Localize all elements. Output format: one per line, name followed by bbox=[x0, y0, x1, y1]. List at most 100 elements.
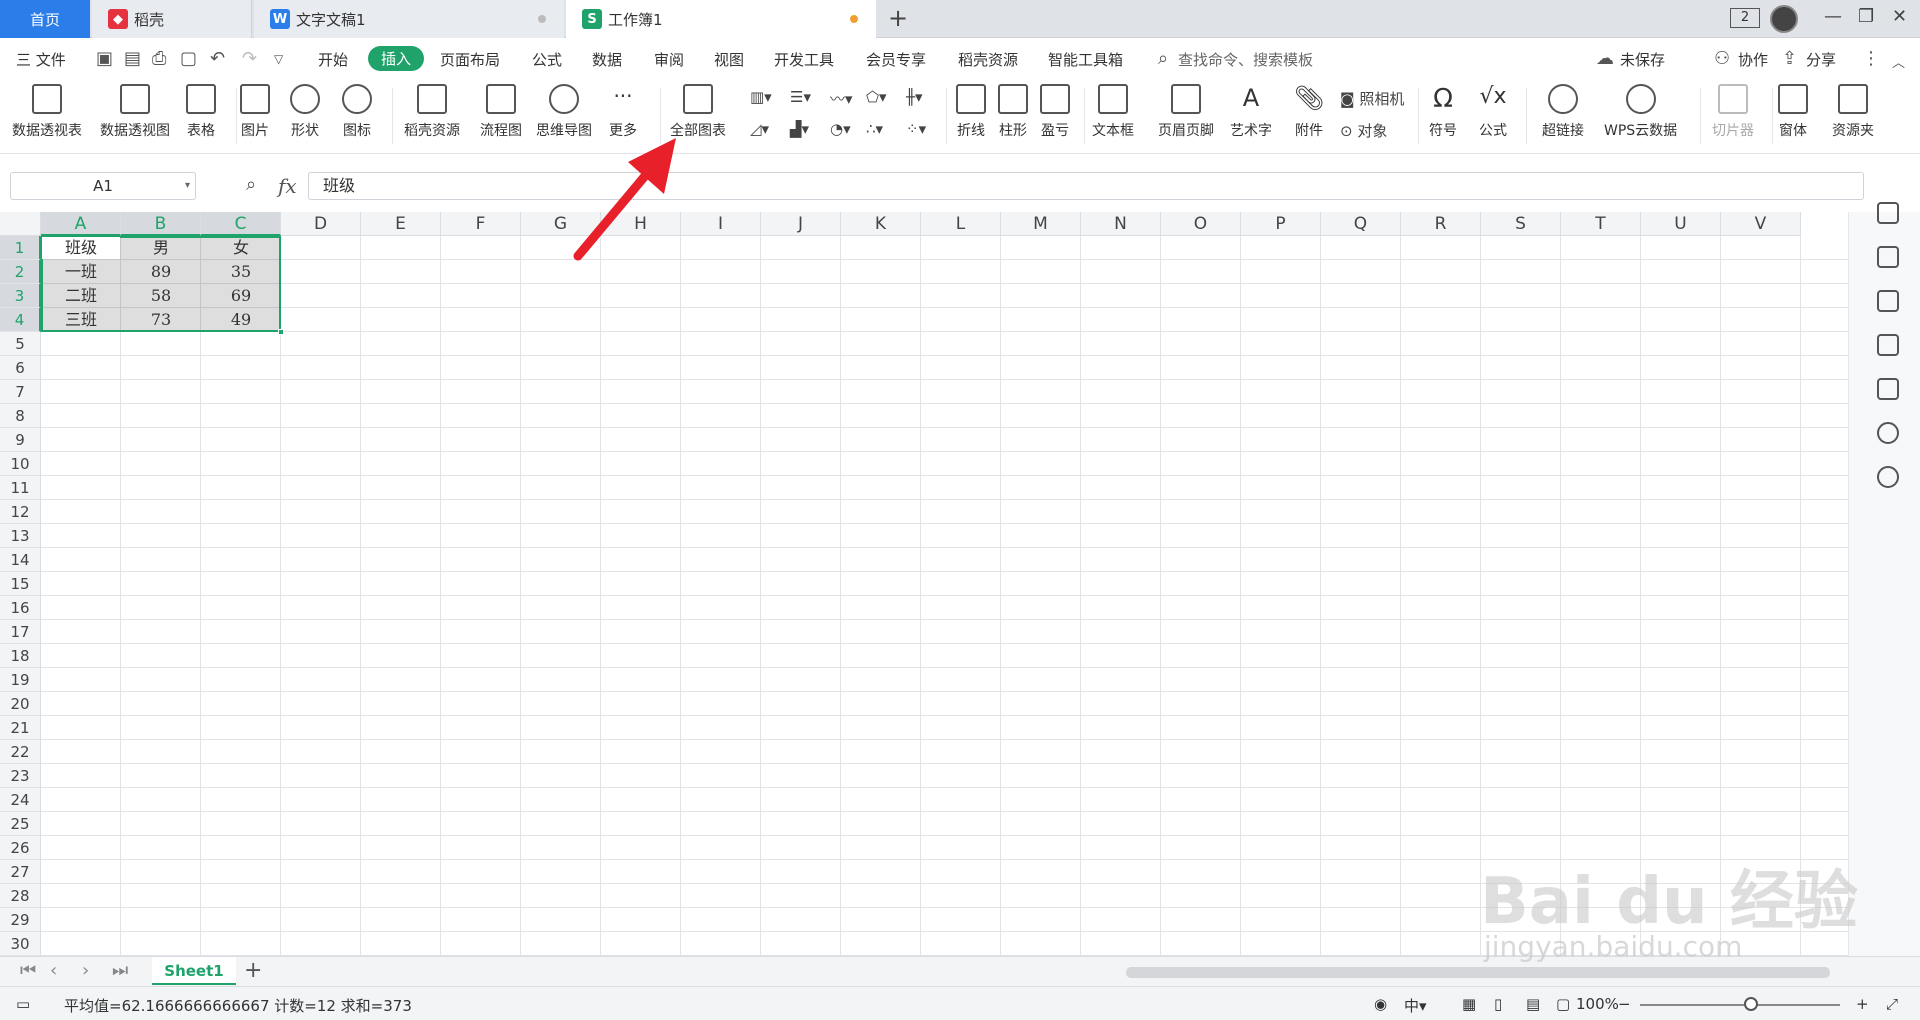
area-chart-icon[interactable]: ◿▾ bbox=[750, 120, 769, 138]
row-header-28[interactable]: 28 bbox=[0, 884, 41, 908]
menu-data[interactable]: 数据 bbox=[592, 49, 622, 70]
next-sheet-icon[interactable]: › bbox=[82, 960, 89, 981]
unsaved-button[interactable]: 未保存 bbox=[1620, 49, 1665, 70]
column-header-N[interactable]: N bbox=[1081, 212, 1161, 236]
column-header-Q[interactable]: Q bbox=[1321, 212, 1401, 236]
cell-C1[interactable]: 女 bbox=[201, 236, 281, 260]
unsaved-dot[interactable] bbox=[850, 15, 858, 23]
tab-workbook[interactable]: S 工作簿1 bbox=[566, 0, 876, 38]
menu-smart-toolbox[interactable]: 智能工具箱 bbox=[1048, 49, 1123, 70]
row-header-29[interactable]: 29 bbox=[0, 908, 41, 932]
rocket-icon[interactable] bbox=[1877, 202, 1899, 224]
column-chart-icon[interactable]: ▥▾ bbox=[750, 88, 772, 106]
cell-C3[interactable]: 69 bbox=[201, 284, 281, 308]
row-header-3[interactable]: 3 bbox=[0, 284, 41, 308]
normal-view-icon[interactable]: ▦ bbox=[1462, 995, 1476, 1013]
tab-home[interactable]: 首页 bbox=[0, 0, 90, 38]
row-header-30[interactable]: 30 bbox=[0, 932, 41, 956]
reading-view-icon[interactable]: ▢ bbox=[1556, 995, 1570, 1013]
zoom-slider[interactable] bbox=[1640, 1004, 1840, 1006]
fx-icon[interactable]: fx bbox=[278, 174, 297, 198]
cell-B2[interactable]: 89 bbox=[121, 260, 201, 284]
zoom-out-icon[interactable]: − bbox=[1618, 995, 1631, 1013]
attachment-button[interactable]: 📎︎ 附件 bbox=[1294, 84, 1324, 140]
scatter-chart-icon[interactable]: ∴▾ bbox=[866, 120, 883, 138]
column-header-A[interactable]: A bbox=[41, 212, 121, 236]
row-header-7[interactable]: 7 bbox=[0, 380, 41, 404]
column-header-C[interactable]: C bbox=[201, 212, 281, 236]
row-header-13[interactable]: 13 bbox=[0, 524, 41, 548]
column-header-R[interactable]: R bbox=[1401, 212, 1481, 236]
row-header-21[interactable]: 21 bbox=[0, 716, 41, 740]
menu-daoke-res[interactable]: 稻壳资源 bbox=[958, 49, 1018, 70]
quick-access-dropdown-icon[interactable]: ▽ bbox=[274, 52, 283, 66]
transfer-icon[interactable] bbox=[1877, 334, 1899, 356]
column-header-D[interactable]: D bbox=[281, 212, 361, 236]
row-header-22[interactable]: 22 bbox=[0, 740, 41, 764]
cell-B3[interactable]: 58 bbox=[121, 284, 201, 308]
row-header-25[interactable]: 25 bbox=[0, 812, 41, 836]
cell-C4[interactable]: 49 bbox=[201, 308, 281, 332]
sparkline-column-button[interactable]: 柱形 bbox=[998, 84, 1028, 140]
name-box[interactable]: A1 ▾ bbox=[10, 172, 196, 200]
restore-icon[interactable]: ❐ bbox=[1858, 6, 1874, 27]
collab-button[interactable]: 协作 bbox=[1738, 49, 1768, 70]
page-break-view-icon[interactable]: ▤ bbox=[1526, 995, 1540, 1013]
row-header-16[interactable]: 16 bbox=[0, 596, 41, 620]
cell-A1[interactable]: 班级 bbox=[41, 236, 121, 260]
save-icon[interactable]: ▣ bbox=[96, 48, 113, 69]
cell-C2[interactable]: 35 bbox=[201, 260, 281, 284]
window-count-badge[interactable]: 2 bbox=[1730, 8, 1760, 28]
export-icon[interactable]: ▤ bbox=[124, 48, 141, 69]
all-charts-button[interactable]: 全部图表 bbox=[670, 84, 726, 140]
tab-doc[interactable]: W 文字文稿1 bbox=[254, 0, 564, 38]
cell-B4[interactable]: 73 bbox=[121, 308, 201, 332]
menu-review[interactable]: 审阅 bbox=[654, 49, 684, 70]
bubble-chart-icon[interactable]: ⁘▾ bbox=[906, 120, 926, 138]
cell-B1[interactable]: 男 bbox=[121, 236, 201, 260]
row-header-2[interactable]: 2 bbox=[0, 260, 41, 284]
print-icon[interactable]: ⎙ bbox=[152, 48, 166, 69]
row-header-8[interactable]: 8 bbox=[0, 404, 41, 428]
column-header-L[interactable]: L bbox=[921, 212, 1001, 236]
column-header-K[interactable]: K bbox=[841, 212, 921, 236]
row-header-20[interactable]: 20 bbox=[0, 692, 41, 716]
wordart-button[interactable]: A 艺术字 bbox=[1230, 84, 1272, 140]
status-mode-icon[interactable]: ▭ bbox=[16, 995, 30, 1013]
more-options-icon[interactable]: ⋮ bbox=[1862, 48, 1880, 69]
row-header-26[interactable]: 26 bbox=[0, 836, 41, 860]
avatar[interactable] bbox=[1770, 5, 1798, 33]
pivot-table-button[interactable]: 数据透视表 bbox=[12, 84, 82, 140]
undo-icon[interactable]: ↶ bbox=[210, 48, 225, 69]
preview-icon[interactable]: ▢ bbox=[180, 48, 197, 69]
column-header-V[interactable]: V bbox=[1721, 212, 1801, 236]
command-search[interactable]: 查找命令、搜索模板 bbox=[1178, 49, 1313, 70]
slicer-button[interactable]: 切片器 bbox=[1712, 84, 1754, 140]
zoom-level[interactable]: 100% bbox=[1576, 995, 1619, 1013]
row-header-17[interactable]: 17 bbox=[0, 620, 41, 644]
menu-page-layout[interactable]: 页面布局 bbox=[440, 49, 500, 70]
row-header-23[interactable]: 23 bbox=[0, 764, 41, 788]
pivot-chart-button[interactable]: 数据透视图 bbox=[100, 84, 170, 140]
menu-formula[interactable]: 公式 bbox=[532, 49, 562, 70]
column-header-F[interactable]: F bbox=[441, 212, 521, 236]
page-layout-view-icon[interactable]: ▯ bbox=[1494, 995, 1502, 1013]
more-button[interactable]: ··· 更多 bbox=[608, 84, 638, 140]
column-header-J[interactable]: J bbox=[761, 212, 841, 236]
fill-handle[interactable] bbox=[278, 329, 284, 335]
row-header-12[interactable]: 12 bbox=[0, 500, 41, 524]
help-icon[interactable] bbox=[1877, 466, 1899, 488]
menu-member[interactable]: 会员专享 bbox=[866, 49, 926, 70]
table-button[interactable]: 表格 bbox=[186, 84, 216, 140]
object-button[interactable]: ⊙ 对象 bbox=[1340, 120, 1387, 141]
add-sheet-button[interactable]: + bbox=[244, 958, 262, 983]
menu-insert[interactable]: 插入 bbox=[368, 46, 425, 71]
close-icon[interactable]: ✕ bbox=[1892, 6, 1907, 27]
wps-cloud-data-button[interactable]: WPS云数据 bbox=[1604, 84, 1677, 140]
image-edit-icon[interactable] bbox=[1877, 378, 1899, 400]
tab-close-dot[interactable] bbox=[538, 15, 546, 23]
row-header-11[interactable]: 11 bbox=[0, 476, 41, 500]
form-button[interactable]: 窗体 bbox=[1778, 84, 1808, 140]
formula-input[interactable]: 班级 bbox=[308, 172, 1864, 200]
zoom-search-icon[interactable]: ⌕ bbox=[246, 174, 256, 195]
